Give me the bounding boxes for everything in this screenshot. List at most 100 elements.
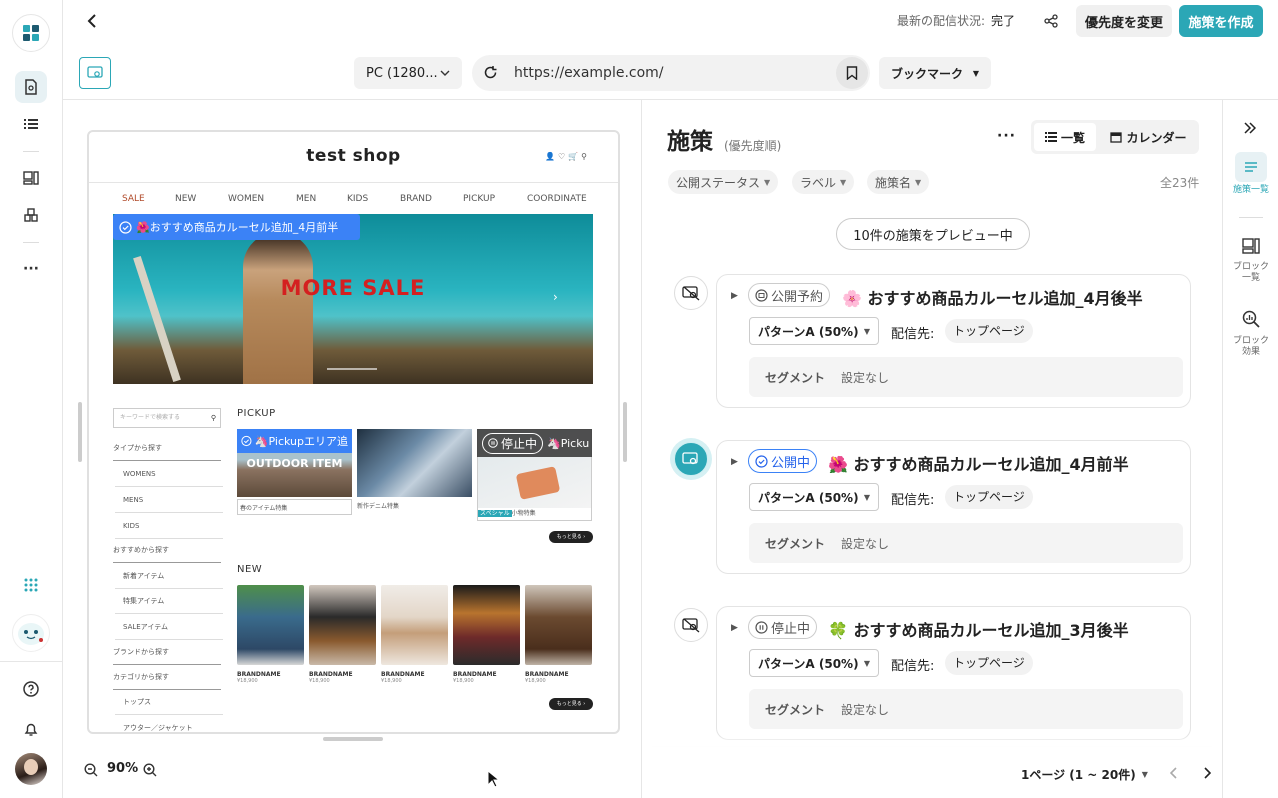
campaign-preview-toggle[interactable] [674,608,708,642]
dashboard-icon [23,25,39,41]
preview-toggle-button[interactable] [79,57,111,89]
site-side-category[interactable]: カテゴリから探す [113,664,221,690]
double-chevron-right-icon [1244,122,1257,134]
site-side-outer[interactable]: アウター／ジャケット [115,715,223,732]
view-calendar-tab[interactable]: カレンダー [1101,123,1196,151]
site-side-tops[interactable]: トップス [115,689,223,715]
carousel-dots[interactable] [327,368,377,370]
avatar[interactable] [15,753,47,785]
expand-caret-icon[interactable]: ▶ [731,457,738,467]
campaign-card[interactable]: ▶ 公開中 🌺 おすすめ商品カルーセル追加_4月前半 パターンA (50%) ▼ … [716,440,1191,574]
pickup-more-button[interactable]: もっと見る › [549,531,593,543]
bookmark-menu-button[interactable]: ブックマーク ▼ [879,57,991,89]
rail-divider [23,242,39,243]
resize-handle-bottom[interactable] [323,737,383,741]
tool-block-list[interactable]: ブロック 一覧 [1223,238,1278,284]
app-logo[interactable] [12,14,50,52]
url-input[interactable]: https://example.com/ [514,65,664,81]
campaign-overlay-label[interactable]: 🌺おすすめ商品カルーセル追加_4月前半 [113,214,360,240]
filter-publish-status[interactable]: 公開ステータス ▼ [668,170,779,194]
scheduled-icon [755,288,768,302]
share-button[interactable] [1040,10,1062,32]
product-card[interactable]: BRANDNAME ¥18,900 [381,585,448,684]
site-nav-women[interactable]: WOMEN [228,194,264,204]
site-nav-pickup[interactable]: PICKUP [463,194,495,204]
pattern-select[interactable]: パターンA (50%) ▼ [749,317,879,345]
device-select[interactable]: PC (1280... [354,57,462,89]
shop-header-icons[interactable]: 👤♡🛒⚲ [545,152,590,161]
pickup-stopped-overlay[interactable]: 停止中 🦄Picku [477,429,592,457]
create-campaign-button[interactable]: 施策を作成 [1179,5,1263,37]
site-side-featured[interactable]: 特集アイテム [115,588,223,614]
site-nav-men[interactable]: MEN [296,194,316,204]
filter-label-select[interactable]: ラベル ▼ [792,170,855,194]
campaign-preview-toggle[interactable] [674,442,708,476]
site-side-mens[interactable]: MENS [115,487,223,513]
product-card[interactable]: BRANDNAME ¥18,900 [525,585,592,684]
product-card[interactable]: BRANDNAME ¥18,900 [453,585,520,684]
pickup-item-denim[interactable] [357,429,472,497]
site-side-brand[interactable]: ブランドから探す [113,639,221,665]
tool-block-effect[interactable]: ブロック 効果 [1223,310,1278,358]
site-nav-coordinate[interactable]: COORDINATE [527,194,587,204]
next-page-icon[interactable] [1203,767,1211,779]
resize-handle-right[interactable] [623,402,627,462]
site-side-kids[interactable]: KIDS [115,513,223,539]
site-side-womens[interactable]: WOMENS [115,461,223,487]
resize-handle-left[interactable] [78,402,82,462]
reload-icon[interactable] [483,65,498,80]
campaign-preview-toggle[interactable] [674,276,708,310]
campaign-emoji: 🍀 [828,621,848,640]
tool-rail: 施策一覧 ブロック 一覧 ブロック 効果 [1222,100,1278,798]
campaign-title-text: おすすめ商品カルーセル追加_3月後半 [853,621,1129,640]
zoom-in-button[interactable] [143,762,157,781]
apps-grid-button[interactable] [15,569,47,601]
help-button[interactable] [15,673,47,705]
rail-blocks-button[interactable] [15,162,47,194]
mascot-icon[interactable] [12,614,50,652]
site-side-new-items[interactable]: 新着アイテム [115,563,223,589]
site-search-input[interactable]: キーワードで検索する ⚲ [113,408,221,428]
site-side-sale[interactable]: SALEアイテム [115,614,223,640]
site-nav-new[interactable]: NEW [175,194,196,204]
blocks-icon [1242,238,1260,254]
site-nav-kids[interactable]: KIDS [347,194,368,204]
site-nav-sale[interactable]: SALE [122,194,145,204]
product-price: ¥18,900 [309,678,330,684]
expand-caret-icon[interactable]: ▶ [731,623,738,633]
tool-block-effect-label: ブロック [1232,336,1269,346]
collapse-panel-button[interactable] [1244,119,1257,138]
tool-campaign-list[interactable]: 施策一覧 [1223,152,1278,196]
change-priority-button[interactable]: 優先度を変更 [1076,5,1172,37]
notification-button[interactable] [15,713,47,745]
list-more-menu[interactable]: ··· [997,128,1016,144]
expand-caret-icon[interactable]: ▶ [731,291,738,301]
zoom-out-icon [84,763,98,777]
more-icon[interactable]: ··· [15,253,47,285]
view-list-label: 一覧 [1060,130,1085,145]
rail-list-button[interactable] [15,108,47,140]
pattern-select[interactable]: パターンA (50%) ▼ [749,483,879,511]
back-button[interactable] [81,10,103,32]
site-side-type[interactable]: タイプから探す [113,435,221,461]
carousel-next-icon[interactable]: › [553,290,558,304]
rail-document-button[interactable] [15,71,47,103]
bookmark-toggle-button[interactable] [836,57,868,89]
site-side-recommend[interactable]: おすすめから探す [113,537,221,563]
product-card[interactable]: BRANDNAME ¥18,900 [237,585,304,684]
site-nav-brand[interactable]: BRAND [400,194,432,204]
campaign-card[interactable]: ▶ 停止中 🍀 おすすめ商品カルーセル追加_3月後半 パターンA (50%) ▼ … [716,606,1191,740]
campaign-card[interactable]: ▶ 公開予約 🌸 おすすめ商品カルーセル追加_4月後半 パターンA (50%) ▼… [716,274,1191,408]
filter-campaign-name[interactable]: 施策名 ▼ [867,170,930,194]
view-list-tab[interactable]: 一覧 [1034,123,1096,151]
rail-components-button[interactable] [15,199,47,231]
view-calendar-label: カレンダー [1126,130,1187,145]
new-more-button[interactable]: もっと見る › [549,698,593,710]
pickup-overlay-label[interactable]: 🦄Pickupエリア追 [237,429,352,453]
page-size-select[interactable]: 1ページ (1 ~ 20件) ▼ [1021,766,1148,783]
product-card[interactable]: BRANDNAME ¥18,900 [309,585,376,684]
prev-page-icon[interactable] [1170,767,1178,779]
pattern-select[interactable]: パターンA (50%) ▼ [749,649,879,677]
zoom-out-button[interactable] [84,762,98,781]
campaign-title-text: おすすめ商品カルーセル追加_4月前半 [853,455,1129,474]
